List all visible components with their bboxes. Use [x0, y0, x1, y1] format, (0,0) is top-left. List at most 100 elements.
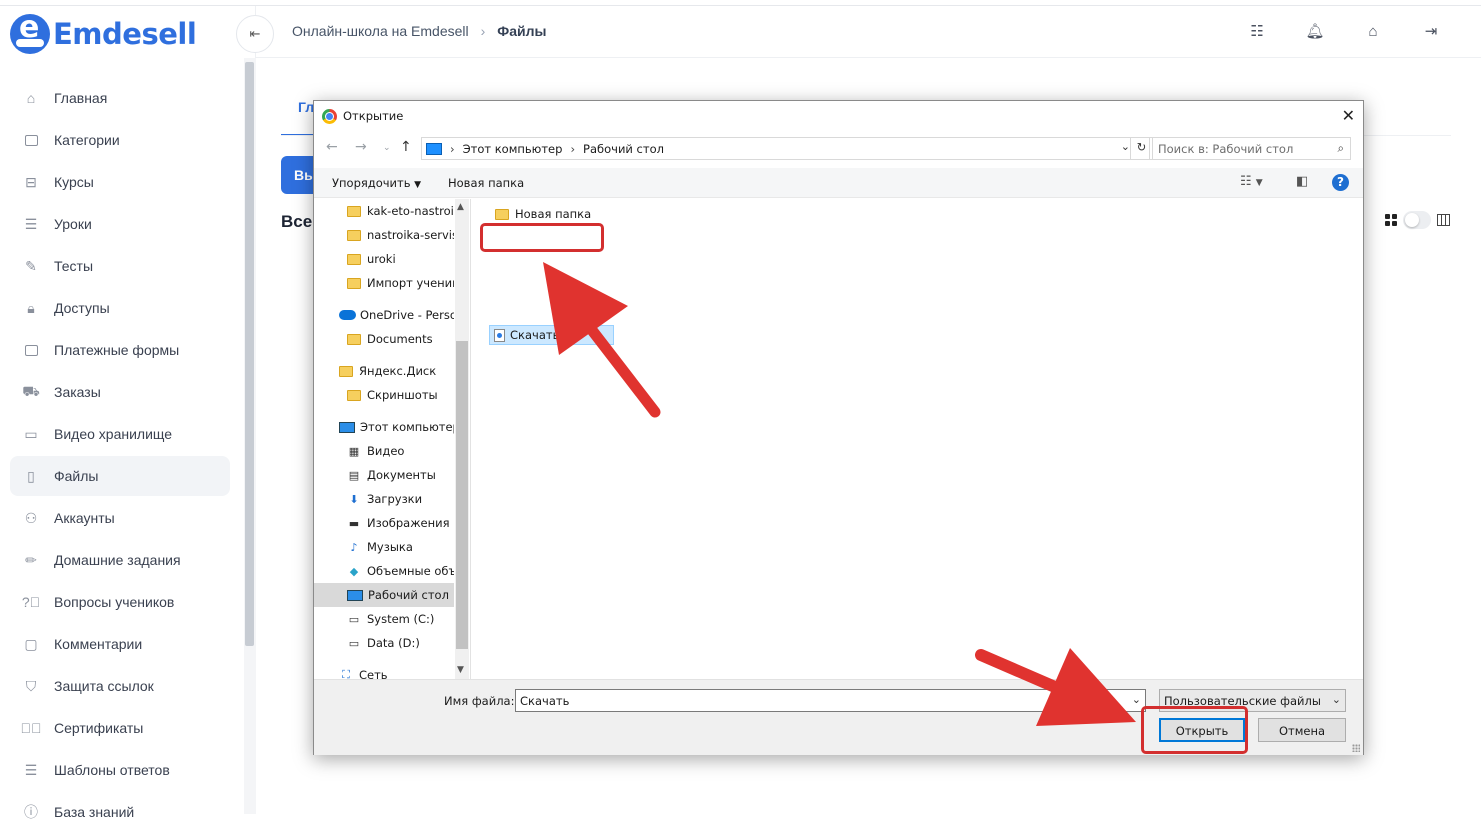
tree-item[interactable]: kak-eto-nastroit — [314, 199, 454, 223]
sidebar-item-tests[interactable]: ✎ Тесты — [10, 246, 230, 286]
tree-scroll-thumb[interactable] — [456, 341, 468, 649]
chevron-right-icon: › — [450, 141, 455, 156]
scroll-down-icon[interactable]: ▼ — [457, 665, 464, 675]
music-icon: ♪ — [350, 540, 358, 554]
address-bar[interactable]: › Этот компьютер › Рабочий стол ⌄ ↻ — [421, 137, 1153, 160]
info-icon: ⓘ — [24, 804, 38, 820]
tree-item[interactable]: ▦ Видео — [314, 439, 454, 463]
cancel-button[interactable]: Отмена — [1258, 718, 1346, 742]
table-view-icon[interactable] — [1437, 214, 1450, 226]
tree-item[interactable]: ▤ Документы — [314, 463, 454, 487]
sidebar-item-homework[interactable]: ✏︎ Домашние задания — [10, 540, 230, 580]
tab-main[interactable]: Гл — [281, 96, 315, 136]
sidebar-item-payment-forms[interactable]: Платежные формы — [10, 330, 230, 370]
sidebar-item-orders[interactable]: ⛟ Заказы — [10, 372, 230, 412]
logout-icon[interactable]: ⇥ — [1421, 21, 1441, 41]
tree-item[interactable]: uroki — [314, 247, 454, 271]
bell-icon[interactable]: 🔔︎ — [1305, 21, 1325, 41]
file-item[interactable]: Новая папка — [491, 204, 591, 224]
sidebar-item-files[interactable]: ▯ Файлы — [10, 456, 230, 496]
chevron-down-icon: ⌄ — [1331, 693, 1341, 706]
breadcrumb-current: Файлы — [497, 23, 547, 39]
chevron-down-icon[interactable]: ⌄ — [1132, 693, 1141, 706]
collapse-sidebar-button[interactable]: ⇤ — [236, 15, 274, 53]
logo[interactable]: Emdesell — [10, 10, 197, 54]
search-icon[interactable]: ⌕ — [1338, 141, 1344, 156]
search-placeholder: Поиск в: Рабочий стол — [1158, 142, 1294, 156]
tree-item[interactable]: ⬇ Загрузки — [314, 487, 454, 511]
sidebar-item-label: Тесты — [54, 258, 94, 274]
video-folder-icon: ▦ — [348, 444, 360, 458]
tree-item-label: Документы — [367, 468, 436, 482]
dialog-titlebar[interactable]: Открытие ✕ — [314, 101, 1363, 131]
sidebar-item-video-storage[interactable]: ▭ Видео хранилище — [10, 414, 230, 454]
tree-item[interactable]: OneDrive - Persor — [314, 303, 454, 327]
organize-button[interactable]: Упорядочить ▼ — [332, 176, 421, 190]
tree-item[interactable]: ◆ Объемные объ — [314, 559, 454, 583]
sidebar-item-accounts[interactable]: ⚇ Аккаунты — [10, 498, 230, 538]
tree-item-label: Скриншоты — [367, 388, 438, 402]
breadcrumb-root[interactable]: Онлайн-школа на Emdesell — [292, 23, 469, 39]
sidebar-item-label: Курсы — [54, 174, 94, 190]
chevron-down-icon[interactable]: ⌄ — [1121, 140, 1130, 153]
view-switch[interactable] — [1403, 211, 1431, 229]
select-files-button[interactable]: Вы — [281, 156, 316, 194]
address-root[interactable]: Этот компьютер — [463, 142, 563, 156]
file-item-name: Скачать — [510, 328, 560, 342]
tree-item[interactable]: ▭ System (C:) — [314, 607, 454, 631]
sidebar-item-courses[interactable]: ⊟ Курсы — [10, 162, 230, 202]
file-item-selected[interactable]: Скачать — [489, 325, 614, 345]
sidebar-item-label: Платежные формы — [54, 342, 180, 358]
search-input[interactable]: Поиск в: Рабочий стол ⌕ — [1149, 137, 1351, 160]
sidebar-item-lessons[interactable]: ☰ Уроки — [10, 204, 230, 244]
sidebar-item-label: Домашние задания — [54, 552, 181, 568]
tree-item[interactable]: Яндекс.Диск — [314, 359, 454, 383]
tree-item[interactable]: ▭ Data (D:) — [314, 631, 454, 655]
tree-item[interactable]: Documents — [314, 327, 454, 351]
close-icon[interactable]: ✕ — [1342, 106, 1355, 125]
view-options-icon[interactable]: ☷ ▼ — [1240, 174, 1263, 189]
tree-item[interactable]: ♪ Музыка — [314, 535, 454, 559]
sidebar-item-label: Заказы — [54, 384, 101, 400]
tree-item-selected[interactable]: Рабочий стол — [314, 583, 454, 607]
logo-icon — [10, 10, 50, 54]
recent-chevron-icon[interactable]: ⌄ — [383, 143, 391, 153]
grid-view-icon[interactable] — [1385, 214, 1397, 226]
preview-pane-icon[interactable]: ◧ — [1296, 174, 1308, 189]
address-current[interactable]: Рабочий стол — [583, 142, 664, 156]
sidebar-item-questions[interactable]: ?⃝ Вопросы учеников — [10, 582, 230, 622]
sliders-icon[interactable]: ☷ — [1247, 21, 1267, 41]
sidebar-item-answer-templates[interactable]: ☰ Шаблоны ответов — [10, 750, 230, 790]
help-icon[interactable]: ? — [1332, 174, 1349, 191]
home-settings-icon[interactable]: ⌂ — [1363, 21, 1383, 41]
tree-item-label: Изображения — [367, 516, 450, 530]
filename-input[interactable]: Скачать ⌄ — [515, 689, 1146, 712]
chevron-right-icon: › — [570, 141, 576, 156]
up-arrow-icon[interactable]: ↑ — [400, 139, 412, 155]
back-arrow-icon[interactable]: ← — [326, 139, 338, 155]
list-icon: ☰ — [24, 761, 38, 778]
computer-icon — [426, 142, 442, 155]
sidebar-item-link-protection[interactable]: ⛉ Защита ссылок — [10, 666, 230, 706]
forward-arrow-icon[interactable]: → — [355, 139, 367, 155]
tree-item[interactable]: ▬ Изображения — [314, 511, 454, 535]
tree-item[interactable]: ⛶ Сеть — [314, 663, 454, 679]
resize-grip-icon[interactable] — [1352, 744, 1360, 752]
tree-item[interactable]: Скриншоты — [314, 383, 454, 407]
tree-item[interactable]: Импорт ученик — [314, 271, 454, 295]
tree-item-label: Объемные объ — [367, 564, 454, 578]
sidebar-item-home[interactable]: ⌂ Главная — [10, 78, 230, 118]
check-circle-icon: ✓⃝ — [20, 720, 42, 736]
file-item-name: Новая папка — [515, 207, 592, 221]
sidebar-item-categories[interactable]: Категории — [10, 120, 230, 160]
sidebar-item-certificates[interactable]: ✓⃝ Сертификаты — [10, 708, 230, 748]
tree-item[interactable]: Этот компьютер — [314, 415, 454, 439]
tree-item[interactable]: nastroika-servisa — [314, 223, 454, 247]
sidebar-scroll-thumb[interactable] — [245, 62, 254, 646]
sidebar-item-label: База знаний — [54, 804, 135, 820]
sidebar-item-access[interactable]: 🔒︎ Доступы — [10, 288, 230, 328]
sidebar-item-knowledge-base[interactable]: ⓘ База знаний — [10, 792, 230, 832]
scroll-up-icon[interactable]: ▲ — [457, 202, 464, 212]
sidebar-item-comments[interactable]: ▢ Комментарии — [10, 624, 230, 664]
new-folder-button[interactable]: Новая папка — [448, 176, 524, 190]
